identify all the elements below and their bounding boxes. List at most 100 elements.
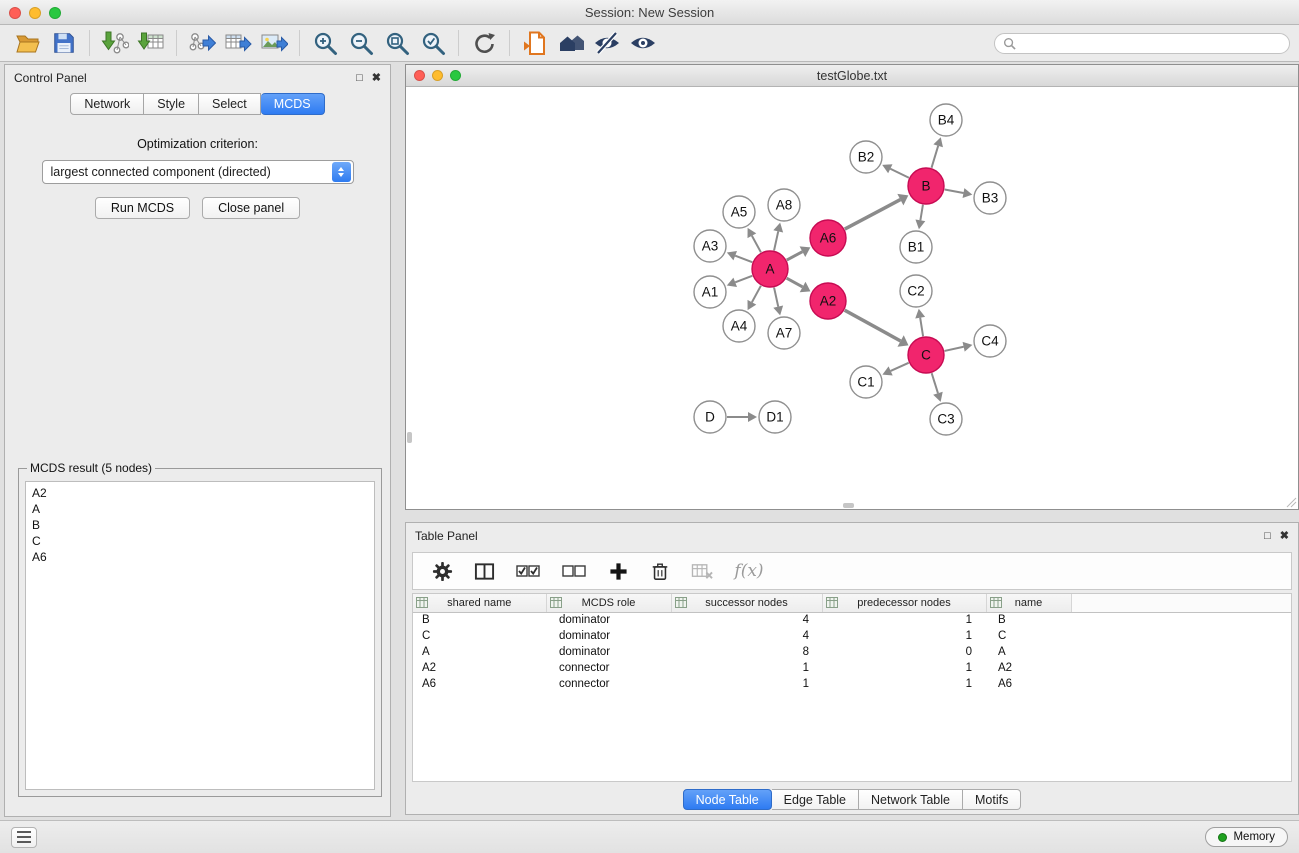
graph-edge-A-A4[interactable] [752, 286, 761, 303]
table-row[interactable]: A2connector11A2 [413, 660, 1291, 676]
graph-edge-A-A5[interactable] [752, 236, 761, 253]
close-panel-icon[interactable]: ✖ [372, 73, 381, 84]
close-panel-button[interactable]: Close panel [202, 197, 300, 219]
column-header-name[interactable]: name [986, 594, 1071, 612]
import-network-button[interactable] [97, 27, 133, 59]
table-cell[interactable]: 0 [822, 644, 986, 660]
open-session-file-button[interactable] [517, 27, 553, 59]
graph-edge-C-C2[interactable] [920, 318, 923, 337]
table-cell[interactable]: A6 [986, 676, 1071, 692]
table-cell[interactable]: 8 [671, 644, 822, 660]
table-settings-button[interactable] [429, 556, 455, 586]
mcds-result-item[interactable]: B [26, 517, 374, 533]
search-input[interactable] [1021, 36, 1281, 50]
mcds-result-item[interactable]: A [26, 501, 374, 517]
zoom-in-button[interactable] [307, 27, 343, 59]
column-header-successor-nodes[interactable]: successor nodes [671, 594, 822, 612]
control-panel-tab-select[interactable]: Select [199, 93, 261, 115]
table-cell[interactable]: 1 [822, 676, 986, 692]
float-panel-icon[interactable]: □ [356, 73, 363, 84]
vertical-scrollbar-thumb[interactable] [407, 432, 412, 443]
table-tab-motifs[interactable]: Motifs [963, 789, 1021, 810]
table-cell[interactable]: 1 [822, 660, 986, 676]
control-panel-tab-network[interactable]: Network [70, 93, 144, 115]
table-tab-edge-table[interactable]: Edge Table [772, 789, 859, 810]
network-overview-button[interactable] [553, 27, 589, 59]
table-row[interactable]: Cdominator41C [413, 628, 1291, 644]
horizontal-scrollbar-thumb[interactable] [843, 503, 854, 508]
column-header-predecessor-nodes[interactable]: predecessor nodes [822, 594, 986, 612]
mcds-result-item[interactable]: C [26, 533, 374, 549]
table-cell[interactable]: 1 [822, 612, 986, 628]
show-task-history-button[interactable] [11, 827, 37, 848]
hide-details-button[interactable] [589, 27, 625, 59]
table-cell[interactable]: dominator [546, 628, 671, 644]
graph-edge-A-A1[interactable] [735, 276, 752, 283]
graph-edge-B-B3[interactable] [945, 190, 964, 194]
table-cell[interactable]: dominator [546, 644, 671, 660]
optimization-criterion-select[interactable]: largest connected component (directed) [42, 160, 354, 184]
network-canvas[interactable]: B4B2BB3A5A8A6B1A3AC2A1A2A4A7C4CC1C3DD1 [406, 87, 1298, 509]
open-file-button[interactable] [10, 27, 46, 59]
delete-column-button[interactable] [647, 556, 673, 586]
export-image-button[interactable] [256, 27, 292, 59]
column-header-mcds-role[interactable]: MCDS role [546, 594, 671, 612]
graph-edge-A-A7[interactable] [774, 288, 778, 307]
unselect-all-columns-button[interactable] [559, 556, 589, 586]
delete-table-button[interactable] [689, 556, 715, 586]
import-table-button[interactable] [133, 27, 169, 59]
table-cell[interactable]: 1 [671, 676, 822, 692]
show-details-button[interactable] [625, 27, 661, 59]
table-cell[interactable]: C [413, 628, 546, 644]
graph-edge-B-B2[interactable] [890, 169, 909, 178]
show-columns-button[interactable] [471, 556, 497, 586]
zoom-fit-button[interactable] [379, 27, 415, 59]
table-cell[interactable]: A2 [986, 660, 1071, 676]
run-mcds-button[interactable]: Run MCDS [95, 197, 190, 219]
mcds-result-item[interactable]: A6 [26, 549, 374, 565]
close-view-button[interactable] [414, 70, 425, 81]
table-cell[interactable]: 1 [822, 628, 986, 644]
network-window-titlebar[interactable]: testGlobe.txt [406, 65, 1298, 87]
float-table-panel-icon[interactable]: □ [1264, 531, 1271, 542]
table-cell[interactable]: B [986, 612, 1071, 628]
table-cell[interactable]: A [413, 644, 546, 660]
memory-status-button[interactable]: Memory [1205, 827, 1288, 847]
export-network-button[interactable] [184, 27, 220, 59]
create-column-button[interactable] [605, 556, 631, 586]
table-cell[interactable]: A2 [413, 660, 546, 676]
graph-edge-C-C3[interactable] [932, 373, 938, 393]
table-cell[interactable]: B [413, 612, 546, 628]
select-all-columns-button[interactable] [513, 556, 543, 586]
graph-edge-A-A2[interactable] [787, 278, 803, 287]
table-cell[interactable]: 1 [671, 660, 822, 676]
table-tab-network-table[interactable]: Network Table [859, 789, 963, 810]
graph-edge-A6-B[interactable] [845, 200, 901, 230]
function-builder-button[interactable]: f(x) [731, 556, 767, 586]
table-cell[interactable]: 4 [671, 628, 822, 644]
graph-edge-B-B4[interactable] [932, 146, 939, 168]
table-cell[interactable]: C [986, 628, 1071, 644]
table-cell[interactable]: A [986, 644, 1071, 660]
table-cell[interactable]: A6 [413, 676, 546, 692]
table-cell[interactable]: 4 [671, 612, 822, 628]
control-panel-tab-style[interactable]: Style [144, 93, 199, 115]
mcds-result-item[interactable]: A2 [26, 485, 374, 501]
minimize-view-button[interactable] [432, 70, 443, 81]
column-header-shared-name[interactable]: shared name [413, 594, 546, 612]
table-cell[interactable]: connector [546, 676, 671, 692]
minimize-window-button[interactable] [29, 7, 41, 19]
close-window-button[interactable] [9, 7, 21, 19]
graph-edge-C-C1[interactable] [891, 363, 909, 371]
titlebar[interactable]: Session: New Session [0, 0, 1299, 25]
table-row[interactable]: Adominator80A [413, 644, 1291, 660]
table-row[interactable]: A6connector11A6 [413, 676, 1291, 692]
graph-edge-A-A3[interactable] [735, 256, 752, 263]
zoom-out-button[interactable] [343, 27, 379, 59]
refresh-view-button[interactable] [466, 27, 502, 59]
fullscreen-window-button[interactable] [49, 7, 61, 19]
graph-edge-A2-C[interactable] [845, 310, 901, 341]
table-tab-node-table[interactable]: Node Table [683, 789, 772, 810]
maximize-view-button[interactable] [450, 70, 461, 81]
table-cell[interactable]: connector [546, 660, 671, 676]
